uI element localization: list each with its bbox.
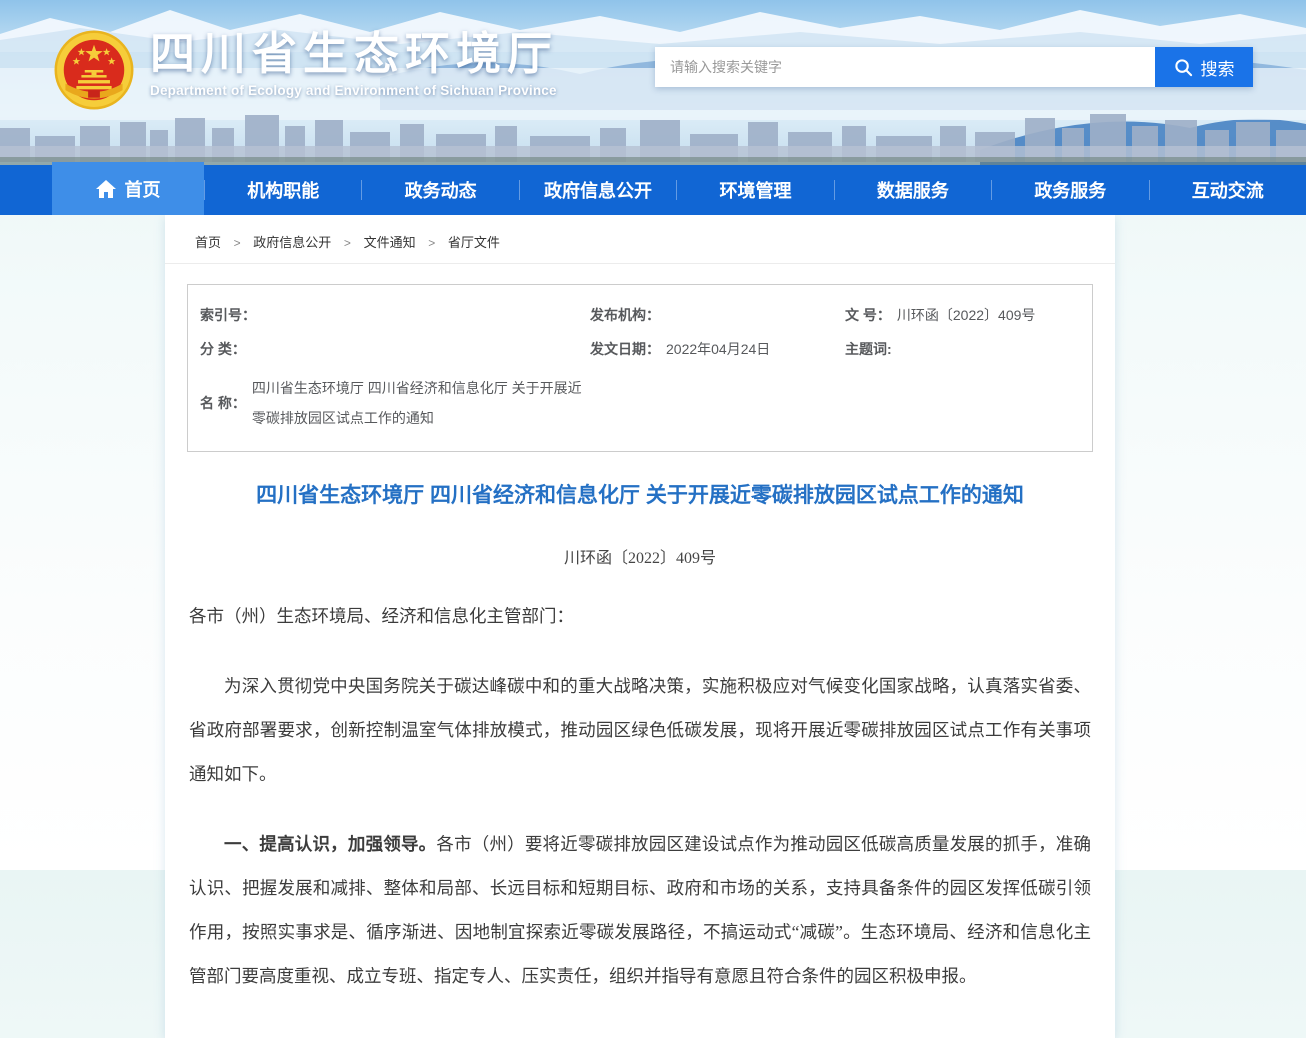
- meta-index-label: 索引号：: [200, 305, 256, 325]
- document-title: 四川省生态环境厅 四川省经济和信息化厅 关于开展近零碳排放园区试点工作的通知: [205, 480, 1075, 512]
- search-input[interactable]: [655, 47, 1155, 87]
- meta-doc-name: 名 称： 四川省生态环境厅 四川省经济和信息化厅 关于开展近零碳排放园区试点工作…: [200, 373, 590, 433]
- breadcrumb-gov-info-disclosure[interactable]: 政府信息公开: [253, 235, 331, 250]
- nav-item-org-functions[interactable]: 机构职能: [205, 177, 361, 203]
- home-icon: [96, 180, 116, 198]
- document-number: 川环函〔2022〕409号: [165, 544, 1115, 568]
- nav-item-home[interactable]: 首页: [52, 162, 204, 215]
- meta-doc-number: 文 号： 川环函〔2022〕409号: [845, 305, 1082, 325]
- body-paragraph: 一、提高认识，加强领导。各市（州）要将近零碳排放园区建设试点作为推动园区低碳高质…: [189, 822, 1091, 998]
- search-button-label: 搜索: [1201, 55, 1235, 80]
- nav-item-interaction[interactable]: 互动交流: [1150, 177, 1306, 203]
- nav-item-data-services[interactable]: 数据服务: [835, 177, 991, 203]
- site-banner: 四川省生态环境厅 Department of Ecology and Envir…: [0, 0, 1306, 165]
- search-button[interactable]: 搜索: [1155, 47, 1253, 87]
- search-icon: [1174, 58, 1193, 77]
- breadcrumb: 首页 > 政府信息公开 > 文件通知 > 省厅文件: [165, 215, 1115, 264]
- meta-agency-label: 发布机构：: [590, 305, 660, 325]
- site-title-english: Department of Ecology and Environment of…: [150, 83, 558, 98]
- meta-category-label: 分 类：: [200, 339, 246, 359]
- meta-empty-cell: [590, 393, 845, 413]
- breadcrumb-file-notices[interactable]: 文件通知: [364, 235, 416, 250]
- search-bar: 搜索: [655, 47, 1253, 87]
- nav-item-gov-services[interactable]: 政务服务: [992, 177, 1148, 203]
- document-meta-box: 索引号： 发布机构： 文 号： 川环函〔2022〕409号 分 类： 发文日期：…: [187, 284, 1093, 452]
- meta-keyword-label: 主题词:: [845, 339, 892, 359]
- nav-item-env-management[interactable]: 环境管理: [677, 177, 833, 203]
- breadcrumb-home[interactable]: 首页: [195, 235, 221, 250]
- meta-date-label: 发文日期：: [590, 339, 660, 359]
- nav-items: 机构职能 政务动态 政府信息公开 环境管理 数据服务 政务服务 互动交流: [204, 165, 1306, 215]
- breadcrumb-separator: >: [234, 236, 241, 250]
- meta-docno-value: 川环函〔2022〕409号: [897, 305, 1036, 325]
- breadcrumb-separator: >: [428, 236, 435, 250]
- site-title: 四川省生态环境厅: [150, 28, 558, 80]
- paragraph-lead: 一、提高认识，加强领导。: [224, 834, 436, 854]
- meta-name-value: 四川省生态环境厅 四川省经济和信息化厅 关于开展近零碳排放园区试点工作的通知: [252, 373, 590, 433]
- national-emblem-logo: [52, 28, 136, 112]
- meta-category: 分 类：: [200, 339, 590, 359]
- nav-item-gov-news[interactable]: 政务动态: [362, 177, 518, 203]
- meta-keywords: 主题词:: [845, 339, 1082, 359]
- document-body: 各市（州）生态环境局、经济和信息化主管部门： 为深入贯彻党中央国务院关于碳达峰碳…: [189, 594, 1091, 998]
- main-navigation: 首页 机构职能 政务动态 政府信息公开 环境管理 数据服务 政务服务 互动交流: [0, 165, 1306, 215]
- nav-item-label: 首页: [125, 176, 161, 202]
- meta-issuing-agency: 发布机构：: [590, 305, 845, 325]
- body-paragraph: 为深入贯彻党中央国务院关于碳达峰碳中和的重大战略决策，实施积极应对气候变化国家战…: [189, 664, 1091, 796]
- content-panel: 首页 > 政府信息公开 > 文件通知 > 省厅文件 索引号： 发布机构： 文 号…: [165, 215, 1115, 1038]
- nav-item-gov-info-disclosure[interactable]: 政府信息公开: [520, 177, 676, 203]
- breadcrumb-separator: >: [344, 236, 351, 250]
- meta-index-number: 索引号：: [200, 305, 590, 325]
- meta-issue-date: 发文日期： 2022年04月24日: [590, 339, 845, 359]
- meta-docno-label: 文 号：: [845, 305, 891, 325]
- salutation: 各市（州）生态环境局、经济和信息化主管部门：: [189, 594, 1091, 638]
- meta-name-label: 名 称：: [200, 393, 246, 413]
- meta-date-value: 2022年04月24日: [666, 339, 770, 359]
- meta-empty-cell: [845, 393, 1082, 413]
- breadcrumb-provincial-files[interactable]: 省厅文件: [448, 235, 500, 250]
- site-brand: 四川省生态环境厅 Department of Ecology and Envir…: [52, 28, 558, 112]
- paragraph-text: 各市（州）要将近零碳排放园区建设试点作为推动园区低碳高质量发展的抓手，准确认识、…: [189, 834, 1091, 986]
